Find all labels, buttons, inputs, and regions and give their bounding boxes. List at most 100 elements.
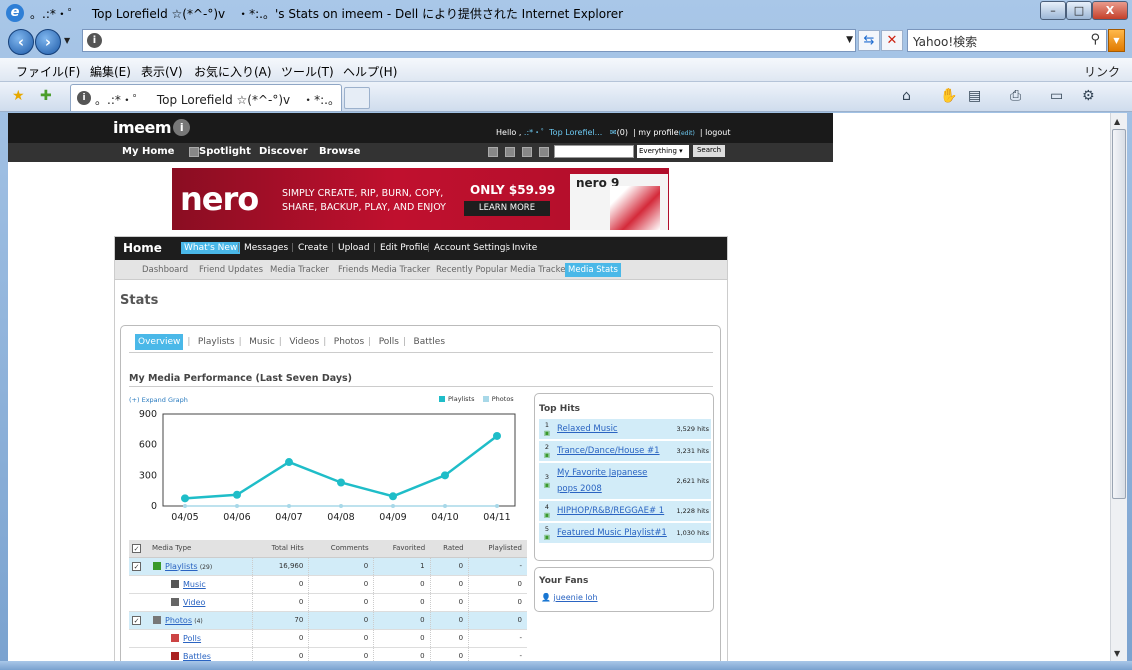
top-hit-link[interactable]: Trance/Dance/House #1 <box>557 446 660 456</box>
research-icon[interactable]: ✋ <box>940 88 957 104</box>
page-menu-icon[interactable]: ▭ <box>1050 88 1063 104</box>
col-total-hits[interactable]: Total Hits <box>252 540 309 558</box>
back-button[interactable]: ‹ <box>8 29 34 55</box>
top-hit-link[interactable]: Featured Music Playlist#1 <box>557 528 667 538</box>
tool-icon-4[interactable] <box>539 147 549 157</box>
tab-create[interactable]: Create <box>298 243 328 253</box>
search-options-icon[interactable]: ▼ <box>1108 29 1125 52</box>
tab-edit-profile[interactable]: Edit Profile <box>380 243 428 253</box>
search-input[interactable]: Yahoo!検索 ⚲ <box>907 29 1107 52</box>
media-type-link[interactable]: Video <box>183 598 205 607</box>
favorites-star-icon[interactable]: ★ <box>12 88 25 104</box>
menu-favorites[interactable]: お気に入り(A) <box>194 63 272 80</box>
maximize-button[interactable]: □ <box>1066 1 1092 20</box>
tab-messages[interactable]: Messages <box>244 243 288 253</box>
sub-media-stats[interactable]: Media Stats <box>565 263 621 277</box>
tab-overview[interactable]: Overview <box>135 334 184 350</box>
tab-playlists[interactable]: Playlists <box>198 337 235 347</box>
refresh-icon[interactable]: ⇆ <box>858 30 880 51</box>
tool-icon-3[interactable] <box>522 147 532 157</box>
history-dropdown-icon[interactable]: ▼ <box>64 36 70 45</box>
media-type-link[interactable]: Polls <box>183 634 201 643</box>
mail-icon[interactable]: ✉ <box>610 128 617 137</box>
chevron-down-icon[interactable]: ▼ <box>846 35 853 45</box>
expand-graph-link[interactable]: (+) Expand Graph <box>129 396 188 404</box>
stop-icon[interactable]: ✕ <box>881 30 903 51</box>
tab-battles[interactable]: Battles <box>414 337 445 347</box>
tools-gear-icon[interactable]: ⚙ <box>1082 88 1095 104</box>
tab-upload[interactable]: Upload <box>338 243 370 253</box>
scroll-up-icon[interactable]: ▲ <box>1114 117 1120 126</box>
media-type-link[interactable]: Battles <box>183 652 211 661</box>
tool-icon-2[interactable] <box>505 147 515 157</box>
message-count[interactable]: (0) <box>617 128 628 137</box>
row-checkbox[interactable]: ✓ <box>132 615 141 625</box>
col-favorited[interactable]: Favorited <box>373 540 431 558</box>
col-comments[interactable]: Comments <box>308 540 374 558</box>
menu-view[interactable]: 表示(V) <box>141 63 183 80</box>
home-icon[interactable]: ⌂ <box>902 88 911 104</box>
search-scope-select[interactable]: Everything ▾ <box>637 145 689 158</box>
nav-browse[interactable]: Browse <box>319 146 360 157</box>
minimize-button[interactable]: – <box>1040 1 1066 20</box>
select-all-checkbox[interactable]: ✓ <box>132 543 141 553</box>
forward-button[interactable]: › <box>35 29 61 55</box>
search-icon[interactable]: ⚲ <box>1090 32 1100 47</box>
sub-media-tracker[interactable]: Media Tracker <box>270 265 329 275</box>
nav-my-home[interactable]: My Home <box>122 146 174 157</box>
fan-link[interactable]: jueenie loh <box>554 593 598 602</box>
stat-cell: 0 <box>252 593 309 612</box>
row-checkbox[interactable]: ✓ <box>132 561 141 571</box>
col-rated[interactable]: Rated <box>430 540 469 558</box>
links-bar[interactable]: リンク <box>1084 63 1120 80</box>
nero-ad-banner[interactable]: nero SIMPLY CREATE, RIP, BURN, COPY, SHAR… <box>172 168 669 230</box>
user-link[interactable]: .:*・゜Top Lorefiel... <box>524 128 602 137</box>
row-check-cell: ✓ <box>129 611 149 630</box>
nav-discover[interactable]: Discover <box>259 146 308 157</box>
menu-tools[interactable]: ツール(T) <box>281 63 334 80</box>
top-hit-link[interactable]: HIPHOP/R&B/REGGAE# 1 <box>557 506 664 516</box>
media-type-link[interactable]: Playlists <box>165 562 198 571</box>
tab-current[interactable]: i 。.:*・゜ Top Lorefield ☆(*^-°)v ・*:.。'... <box>70 84 342 111</box>
sub-friend-updates[interactable]: Friend Updates <box>199 265 263 275</box>
menu-edit[interactable]: 編集(E) <box>90 63 131 80</box>
print-icon[interactable]: ⎙ <box>1010 88 1021 104</box>
top-hit-link[interactable]: Relaxed Music <box>557 424 618 434</box>
vertical-scrollbar[interactable]: ▲ ▼ <box>1110 113 1127 661</box>
new-tab-button[interactable] <box>344 87 370 109</box>
col-media-type[interactable]: Media Type <box>149 540 253 558</box>
tab-music[interactable]: Music <box>249 337 275 347</box>
imeem-logo[interactable]: imeem i <box>113 118 191 137</box>
col-playlisted[interactable]: Playlisted <box>468 540 527 558</box>
home-title[interactable]: Home <box>123 241 162 255</box>
feeds-icon[interactable]: ▤ <box>968 88 981 104</box>
scroll-down-icon[interactable]: ▼ <box>1114 649 1120 658</box>
tab-whats-new[interactable]: What's New <box>181 242 241 254</box>
tab-invite[interactable]: Invite <box>512 243 537 253</box>
close-button[interactable]: X <box>1092 1 1128 20</box>
sub-friends-media-tracker[interactable]: Friends Media Tracker <box>338 265 430 275</box>
media-type-link[interactable]: Photos <box>165 616 192 625</box>
edit-profile-link[interactable]: (edit) <box>679 130 695 137</box>
sub-recently-popular[interactable]: Recently Popular Media Tracker <box>436 265 569 275</box>
sub-dashboard[interactable]: Dashboard <box>142 265 188 275</box>
imeem-search-input[interactable] <box>554 145 634 158</box>
my-profile-link[interactable]: my profile <box>638 128 678 137</box>
ad-line1: SIMPLY CREATE, RIP, BURN, COPY, <box>282 188 444 199</box>
learn-more-button[interactable]: LEARN MORE <box>464 201 550 216</box>
tab-videos[interactable]: Videos <box>289 337 319 347</box>
logout-link[interactable]: logout <box>705 128 730 137</box>
scroll-thumb[interactable] <box>1112 129 1126 499</box>
menu-help[interactable]: ヘルプ(H) <box>343 63 397 80</box>
tool-icon-1[interactable] <box>488 147 498 157</box>
media-type-link[interactable]: Music <box>183 580 206 589</box>
tab-photos[interactable]: Photos <box>334 337 364 347</box>
imeem-search-button[interactable]: Search <box>693 145 725 157</box>
menu-file[interactable]: ファイル(F) <box>16 63 80 80</box>
top-hit-link[interactable]: My Favorite Japanese pops 2008 <box>557 468 647 494</box>
tab-account-settings[interactable]: Account Settings <box>434 243 510 253</box>
nav-spotlight[interactable]: Spotlight <box>199 146 251 157</box>
tab-polls[interactable]: Polls <box>379 337 399 347</box>
add-favorite-icon[interactable]: ✚ <box>40 88 52 104</box>
address-bar[interactable]: i ▼ <box>82 29 856 52</box>
